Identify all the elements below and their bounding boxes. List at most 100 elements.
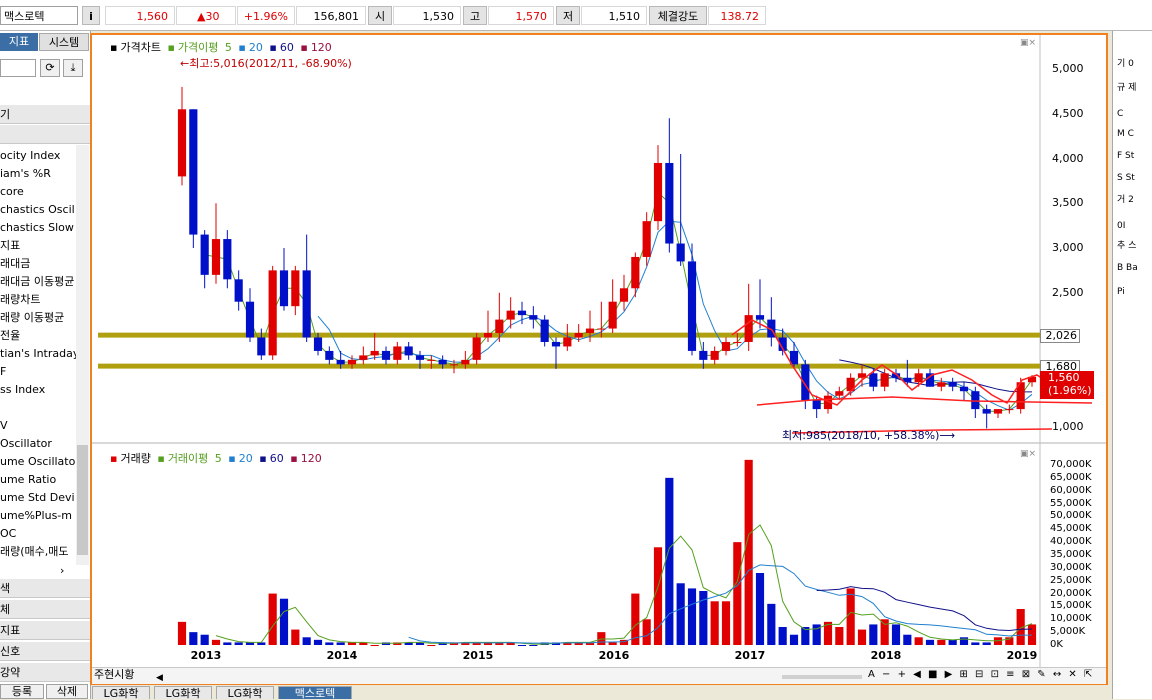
indicator-scrollbar[interactable] — [76, 145, 89, 565]
right-strip-item[interactable]: C — [1117, 109, 1123, 119]
volume-ma-20-line — [408, 564, 1032, 644]
candle-body — [177, 109, 187, 177]
right-strip-item[interactable]: M C — [1117, 129, 1134, 139]
high-label: 고 — [463, 6, 487, 25]
right-strip-item[interactable]: 규 제 — [1117, 83, 1136, 93]
candle-body — [744, 315, 753, 342]
indicator-list-item[interactable] — [0, 399, 76, 417]
download-icon[interactable]: ⤓ — [63, 59, 83, 77]
volume-bar — [529, 645, 538, 646]
volume-tick-label: 65,000K — [1050, 471, 1092, 483]
indicator-list-item[interactable]: ss Index — [0, 381, 76, 399]
volume-bar — [937, 639, 946, 645]
chart-canvas[interactable] — [92, 35, 1106, 683]
register-button[interactable]: 등록 — [0, 684, 44, 699]
period-current-button[interactable]: 현 — [104, 668, 114, 681]
volume-tick-label: 15,000K — [1050, 600, 1092, 612]
indicator-list-item[interactable]: ume Std Devi — [0, 489, 76, 507]
candle-body — [381, 350, 391, 360]
right-strip-item[interactable]: 기 0 — [1117, 59, 1134, 69]
indicator-list-item[interactable]: ocity Index — [0, 147, 76, 165]
indicator-list-item[interactable]: 래대금 — [0, 255, 76, 273]
right-strip-item[interactable]: F St — [1117, 151, 1134, 161]
candle-body — [461, 359, 470, 365]
candle-body — [393, 346, 402, 360]
refresh-icon[interactable]: ⟳ — [40, 59, 60, 77]
bottom-tab-4[interactable]: 맥스로텍 — [278, 686, 352, 700]
price-ma-120: 120 — [310, 41, 332, 54]
indicator-list-item[interactable]: core — [0, 183, 76, 201]
period-market-button[interactable]: 황 — [124, 668, 134, 681]
price-pane-max-icon[interactable]: ▣× — [1020, 38, 1036, 48]
candle-body — [347, 359, 357, 365]
right-strip-item[interactable]: Pi — [1117, 287, 1125, 297]
indicator-list-item[interactable]: chastics Slow — [0, 219, 76, 237]
candle-body — [336, 359, 345, 365]
section-favorites[interactable]: 기 — [0, 105, 90, 124]
volume-pane-max-icon[interactable]: ▣× — [1020, 449, 1036, 459]
volume-bar — [687, 588, 697, 645]
bottom-tab-3[interactable]: LG화학 — [216, 686, 274, 700]
indicator-list-item[interactable]: tian's Intraday — [0, 345, 76, 363]
indicator-list-item[interactable]: Oscillator — [0, 435, 76, 453]
indicator-search-input[interactable] — [0, 59, 36, 77]
volume-ma-20: 20 — [238, 452, 253, 465]
volume-bar — [982, 642, 991, 645]
candle-body — [279, 270, 289, 307]
price-legend: ▪ 가격차트 ▪ 가격이평 5 ▪ 20 ▪ 60 ▪ 120 — [110, 41, 332, 54]
indicator-list-item[interactable]: 래량(매수,매도 — [0, 543, 76, 561]
tab-system[interactable]: 시스템 — [39, 33, 89, 51]
candle-body — [653, 162, 663, 222]
bottom-tab-2[interactable]: LG화학 — [154, 686, 212, 700]
volume-bar — [755, 573, 765, 645]
price-ma-5: 5 — [224, 41, 232, 54]
bottom-tab-1[interactable]: LG화학 — [92, 686, 150, 700]
section-color[interactable]: 색 — [0, 579, 90, 598]
info-button[interactable]: i — [82, 6, 100, 25]
price-tick-label: 2,500 — [1052, 285, 1084, 299]
section-indicator[interactable]: 지표 — [0, 621, 90, 640]
indicator-list-item[interactable]: ume Oscillato — [0, 453, 76, 471]
low-label: 저 — [556, 6, 580, 25]
candle-body — [597, 328, 606, 330]
section-signal[interactable]: 신호 — [0, 642, 90, 661]
volume-tick-label: 40,000K — [1050, 536, 1092, 548]
chart-tool-icons[interactable]: A − + ◀ ■ ▶ ⊞ ⊟ ⊡ ≡ ⊠ ✎ ↔ ✕ ⇱ — [868, 669, 1094, 680]
candle-body — [325, 350, 334, 360]
indicator-list-item[interactable]: 전율 — [0, 327, 76, 345]
volume-legend-title: 거래량 — [120, 452, 151, 465]
strength-label: 체결강도 — [649, 6, 707, 25]
section-strength[interactable]: 강약 — [0, 663, 90, 682]
indicator-list-item[interactable]: ume%Plus-m — [0, 507, 76, 525]
delete-button[interactable]: 삭제 — [46, 684, 88, 699]
right-strip-item[interactable]: 0I — [1117, 221, 1125, 231]
indicator-list-item[interactable]: V — [0, 417, 76, 435]
indicator-list-item[interactable]: 래량 이동평균 — [0, 309, 76, 327]
scroll-right-icon[interactable]: › — [60, 564, 64, 577]
volume-ma-5-line — [215, 524, 1033, 645]
stock-name-field[interactable]: 맥스로텍 — [0, 6, 78, 25]
scrollbar-thumb[interactable] — [77, 445, 88, 555]
volume-tick-label: 55,000K — [1050, 497, 1092, 509]
volume-bar — [336, 642, 345, 645]
tab-indicators[interactable]: 지표 — [0, 33, 38, 51]
indicator-list-item[interactable]: chastics Oscil — [0, 201, 76, 219]
right-strip-item[interactable]: 거 2 — [1117, 195, 1134, 205]
section-trend[interactable]: 체 — [0, 600, 90, 619]
indicator-list-item[interactable]: iam's %R — [0, 165, 76, 183]
indicator-list-item[interactable]: F — [0, 363, 76, 381]
indicator-list-item[interactable]: OC — [0, 525, 76, 543]
right-strip-item[interactable]: S St — [1117, 173, 1135, 183]
indicator-list-item[interactable]: 래대금 이동평균 — [0, 273, 76, 291]
indicator-list-item[interactable]: ume Ratio — [0, 471, 76, 489]
indicator-list-item[interactable]: 래량차트 — [0, 291, 76, 309]
scroll-left-icon[interactable]: ◀ — [156, 673, 163, 683]
current-price-marker: 1,560 (1.96%) — [1040, 371, 1094, 399]
right-strip-item[interactable]: 추 스 — [1117, 241, 1136, 251]
period-week-button[interactable]: 주 — [94, 668, 104, 681]
zoom-slider[interactable] — [782, 675, 862, 679]
candle-body — [959, 386, 969, 392]
period-time-button[interactable]: 시 — [114, 668, 124, 681]
indicator-list-item[interactable]: 지표 — [0, 237, 76, 255]
right-strip-item[interactable]: B Ba — [1117, 263, 1138, 273]
